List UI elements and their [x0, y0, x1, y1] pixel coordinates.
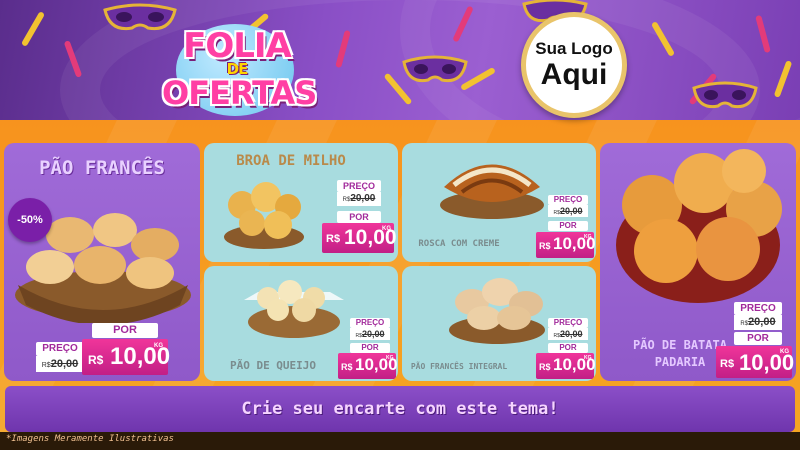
flyer: FOLIA DE OFERTAS Sua Logo Aqui PÃO FRANC…: [0, 0, 800, 450]
product-name: PÃO FRANCÊS INTEGRAL: [410, 362, 508, 371]
old-price-label: PREÇO: [548, 195, 588, 205]
disclaimer-text: *Imagens Meramente Ilustrativas: [6, 434, 174, 444]
discount-badge: -50%: [8, 198, 52, 242]
carnival-mask-icon: [692, 81, 758, 109]
product-card-rosca-com-creme: ROSCA COM CREME PREÇO R$20,00 POR R$ 10,…: [402, 143, 596, 262]
bread-basket-icon: [616, 149, 782, 303]
old-price: R$20,00: [734, 315, 782, 330]
unit-label: KG: [584, 355, 592, 361]
bread-basket-icon: [224, 182, 304, 249]
product-card-pao-frances-integral: PÃO FRANCÊS INTEGRAL PREÇO R$20,00 POR R…: [402, 266, 596, 381]
carnival-mask-icon: [402, 55, 468, 83]
product-card-broa-de-milho: BROA DE MILHO PREÇO R$20,00 POR R$ 10,00…: [204, 143, 398, 262]
unit-label: KG: [154, 343, 163, 349]
unit-label: KG: [386, 355, 394, 361]
old-price-value: 20,00: [361, 329, 385, 339]
new-price-currency: R$: [341, 362, 353, 372]
brand-logo-placeholder: Sua Logo Aqui: [521, 12, 627, 118]
old-price: R$20,00: [548, 205, 588, 217]
product-name: ROSCA COM CREME: [418, 239, 500, 249]
old-price: R$20,00: [36, 356, 84, 372]
old-price-label: PREÇO: [36, 342, 84, 356]
new-price-label: POR: [337, 211, 381, 223]
old-price-value: 20,00: [748, 316, 776, 328]
cta-text: Crie seu encarte com este tema!: [241, 399, 559, 419]
new-price: R$ 10,00 KG: [322, 223, 397, 253]
old-price-value: 20,00: [50, 358, 79, 370]
folia-de-ofertas-logo: FOLIA DE OFERTAS: [162, 22, 317, 116]
old-price-currency: R$: [740, 321, 749, 327]
new-price-label: POR: [734, 332, 782, 345]
new-price-currency: R$: [720, 358, 735, 370]
footer: *Imagens Meramente Ilustrativas: [0, 432, 800, 450]
old-price-value: 20,00: [350, 193, 376, 204]
product-card-pao-frances: PÃO FRANCÊS -50% POR PREÇO R$20,00 R$ 10…: [4, 143, 200, 381]
brand-line-2: Aqui: [540, 58, 608, 91]
old-price-label: PREÇO: [350, 318, 390, 328]
new-price-currency: R$: [326, 233, 341, 245]
old-price-value: 20,00: [559, 206, 583, 216]
new-price: R$ 10,00 KG: [536, 232, 596, 258]
old-price-value: 20,00: [559, 329, 583, 339]
brand-line-1: Sua Logo: [535, 39, 613, 58]
new-price: R$ 10,00 KG: [716, 346, 794, 378]
old-price: R$20,00: [350, 328, 390, 340]
new-price-currency: R$: [88, 353, 104, 367]
cta-banner: Crie seu encarte com este tema!: [5, 386, 795, 432]
product-card-pao-de-batata: PÃO DE BATATA PADARIA PREÇO R$20,00 POR …: [600, 143, 796, 381]
new-price-currency: R$: [539, 362, 551, 372]
old-price: R$20,00: [337, 192, 381, 206]
old-price-label: PREÇO: [337, 180, 381, 192]
old-price: R$20,00: [548, 328, 588, 340]
new-price-label: POR: [92, 323, 158, 338]
bread-basket-icon: [244, 280, 344, 338]
new-price-label: POR: [548, 221, 588, 231]
old-price-label: PREÇO: [548, 318, 588, 328]
new-price: R$ 10,00 KG: [338, 353, 398, 379]
product-name: PÃO FRANCÊS: [39, 157, 165, 179]
old-price-label: PREÇO: [734, 302, 782, 315]
product-name: BROA DE MILHO: [236, 153, 346, 169]
unit-label: KG: [584, 234, 592, 240]
new-price-label: POR: [548, 343, 588, 353]
bread-basket-icon: [440, 164, 544, 219]
unit-label: KG: [382, 226, 391, 232]
new-price-currency: R$: [539, 241, 551, 251]
old-price-currency: R$: [41, 362, 51, 369]
new-price: R$ 10,00 KG: [536, 353, 596, 379]
new-price-label: POR: [350, 343, 390, 353]
bread-basket-icon: [449, 278, 545, 344]
product-card-pao-de-queijo: PÃO DE QUEIJO PREÇO R$20,00 POR R$ 10,00…: [204, 266, 398, 381]
unit-label: KG: [780, 349, 789, 355]
title-line-3: OFERTAS: [162, 74, 317, 112]
new-price: R$ 10,00 KG: [82, 339, 170, 375]
